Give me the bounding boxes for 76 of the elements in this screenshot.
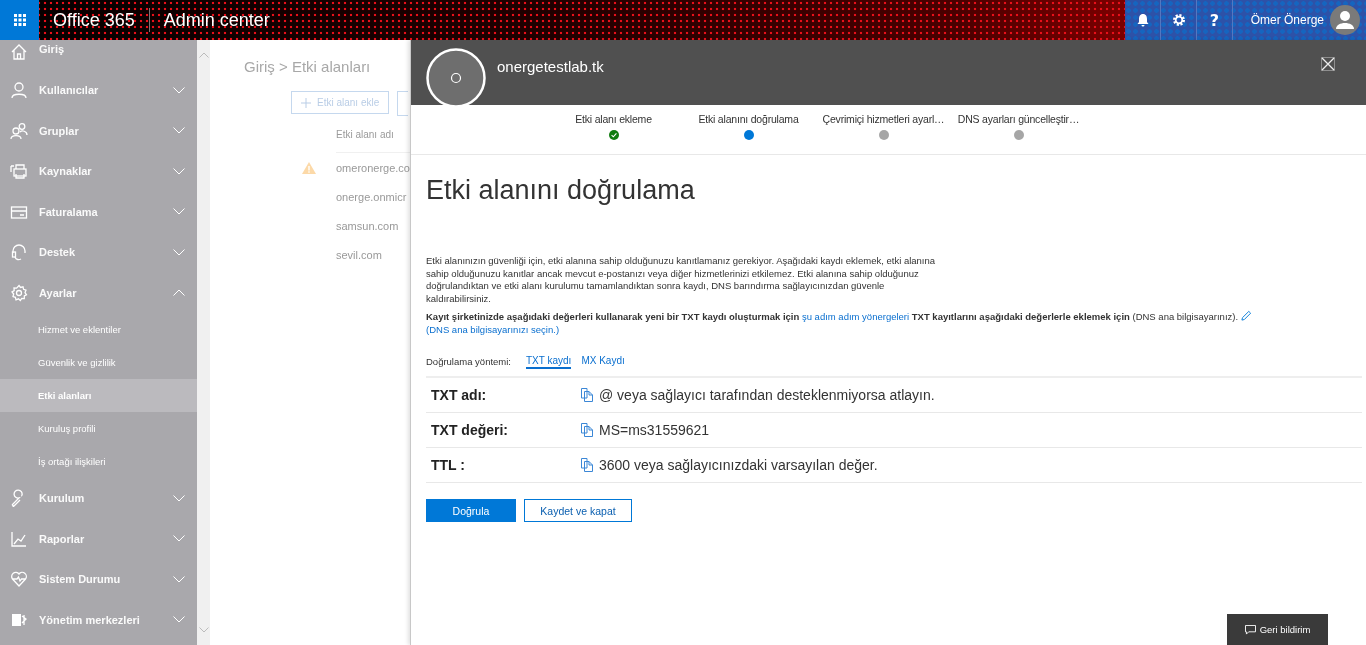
copy-button[interactable] — [581, 457, 595, 473]
user-name: Ömer Önerge — [1250, 13, 1324, 27]
nav-item[interactable]: Kurulum — [0, 478, 197, 519]
waffle-icon — [13, 14, 26, 26]
copy-icon — [581, 457, 593, 472]
nav-item[interactable]: Kaynaklar — [0, 151, 197, 192]
nav-subitem[interactable]: Hizmet ve eklentiler — [0, 313, 197, 346]
app-name: Office 365 — [53, 9, 135, 31]
app-launcher-button[interactable] — [0, 0, 39, 40]
page-title: Etki alanını doğrulama — [426, 175, 696, 206]
copy-button[interactable] — [581, 422, 595, 438]
gear-icon — [10, 283, 28, 302]
close-icon — [1321, 57, 1335, 71]
nav-subitem[interactable]: Etki alanları — [0, 379, 197, 412]
record-label: TXT adı: — [431, 387, 488, 404]
copy-button[interactable] — [581, 387, 595, 403]
record-label: TXT değeri: — [431, 422, 509, 439]
description-text: Etki alanınızın güvenliği için, etki alanına sahip olduğunuzu kanıtlamanız gerekiyor. Aşağıdaki kaydı eklemek, etki alanına sahip olduğunuzu kanıtlar ancak mevcut e-postanızı veya diğer hizmetlerinizi etkilemez. Etki alanına sahip olduğunuz doğrulandıktan ve etki alanı kurulumu tamamlandıktan sonra kaydı, DNS barındırma sağlayıcınızdan güvenle kaldırabilirsiniz. — [426, 255, 937, 306]
step-label: Etki alanı ekleme — [575, 113, 652, 125]
feedback-button[interactable]: Geri bildirim — [1227, 614, 1328, 645]
headset-icon — [10, 243, 28, 262]
method-tab[interactable]: TXT kaydı — [526, 353, 572, 370]
add-domain-button[interactable]: Etki alanı ekle — [291, 91, 390, 114]
copy-icon — [581, 422, 593, 437]
nav-item[interactable]: Sistem Durumu — [0, 559, 197, 600]
nav-item[interactable]: Faturalama — [0, 191, 197, 232]
plus-icon — [301, 97, 311, 108]
step-label: Çevrimiçi hizmetleri ayarl… — [822, 113, 945, 125]
domain-name[interactable]: sevil.com — [336, 248, 382, 261]
nav-subitem[interactable]: Kuruluş profili — [0, 412, 197, 445]
step-label: Etki alanını doğrulama — [698, 113, 799, 125]
nav-subitem[interactable]: İş ortağı ilişkileri — [0, 445, 197, 478]
domain-name[interactable]: omeronerge.co — [336, 161, 410, 174]
record-value: 3600 veya sağlayıcınızdaki varsayılan değer. — [599, 457, 878, 474]
record-value: MS=ms31559621 — [599, 422, 710, 439]
verify-button[interactable]: Doğrula — [426, 499, 516, 523]
settings-icon — [1171, 13, 1186, 27]
home-icon — [10, 43, 28, 61]
chat-icon — [1244, 624, 1256, 635]
account-button[interactable]: Ömer Önerge — [1250, 0, 1366, 40]
record-label: TTL : — [431, 457, 466, 474]
link[interactable]: (DNS ana bilgisayarınızı seçin.) — [426, 324, 560, 336]
close-button[interactable] — [1321, 57, 1335, 71]
nav-item[interactable]: Yönetim merkezleri — [0, 599, 197, 640]
save-close-button[interactable]: Kaydet ve kapat — [524, 499, 632, 523]
avatar-icon — [1330, 5, 1360, 35]
nav-item[interactable]: Kullanıcılar — [0, 70, 197, 111]
heart-icon — [10, 570, 28, 589]
domain-name[interactable]: samsun.com — [336, 219, 399, 232]
chart-icon — [10, 529, 28, 548]
scroll-down-icon — [198, 627, 209, 633]
method-tab[interactable]: MX Kaydı — [581, 353, 625, 370]
nav-item[interactable]: Raporlar — [0, 518, 197, 559]
breadcrumb: Giriş > Etki alanları — [244, 58, 371, 75]
printer-icon — [10, 162, 28, 181]
nav-item[interactable]: Destek — [0, 232, 197, 273]
link[interactable]: şu adım adım yönergeleri — [801, 311, 910, 323]
copy-icon — [581, 387, 593, 402]
domain-avatar-icon — [426, 48, 486, 108]
domain-title: onergetestlab.tk — [497, 58, 604, 75]
instruction-text: Kayıt şirketinizde aşağıdaki değerleri kullanarak yeni bir TXT kaydı oluşturmak için şu adım adım yönergeleri TXT kayıtlarını aşağıdaki değerlerle eklemek için (DNS ana bilgisayarınız). (DNS ana bilgisayarınızı seçin.) — [426, 310, 1351, 337]
bell-icon — [1135, 13, 1150, 27]
pencil-icon — [1240, 310, 1252, 322]
person-icon — [10, 81, 28, 100]
domain-name[interactable]: onerge.onmicr — [336, 190, 407, 203]
step-label: DNS ayarları güncelleştir… — [957, 113, 1080, 125]
nav-item[interactable]: Gruplar — [0, 110, 197, 151]
section-title: Admin center — [163, 9, 270, 31]
nav-subitem[interactable]: Güvenlik ve gizlilik — [0, 346, 197, 379]
nav-item[interactable]: Giriş — [0, 40, 197, 70]
people-icon — [10, 121, 28, 140]
method-label: Doğrulama yöntemi: — [426, 355, 511, 367]
nav-item[interactable]: Ayarlar — [0, 272, 197, 313]
record-value: @ veya sağlayıcı tarafından desteklenmiyorsa atlayın. — [599, 387, 935, 404]
scrollbar[interactable] — [197, 40, 210, 645]
scroll-up-icon — [198, 52, 209, 58]
